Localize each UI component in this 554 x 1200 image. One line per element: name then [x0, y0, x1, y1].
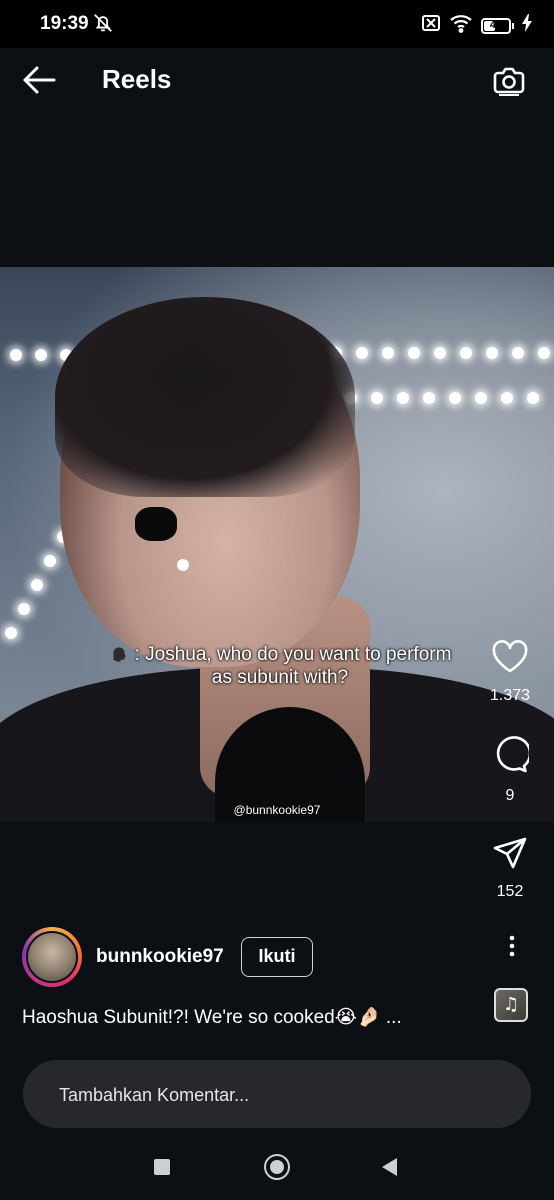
system-nav-bar — [0, 1136, 554, 1200]
top-bar: Reels — [0, 48, 554, 116]
more-options-button[interactable] — [500, 934, 524, 958]
comment-box[interactable] — [23, 1060, 531, 1128]
video-watermark: @bunnkookie97 — [233, 803, 321, 817]
stage-light — [44, 555, 56, 567]
stage-light — [423, 392, 435, 404]
like-count: 1.373 — [489, 687, 531, 704]
battery-icon: 46 — [481, 17, 514, 34]
page-title: Reels — [102, 64, 172, 94]
heart-icon — [491, 640, 529, 678]
video-caption: : Joshua, who do you want to perform as … — [70, 643, 490, 689]
camera-icon — [492, 67, 526, 101]
status-time: 19:39 — [40, 13, 89, 34]
stage-light — [31, 579, 43, 591]
caption-line-1: : Joshua, who do you want to perform — [134, 644, 452, 665]
system-back-button[interactable] — [382, 1158, 397, 1176]
comment-count: 9 — [505, 787, 515, 804]
recents-button[interactable] — [154, 1159, 170, 1175]
follow-button[interactable]: Ikuti — [241, 937, 313, 977]
stage-light — [449, 392, 461, 404]
back-button[interactable] — [22, 65, 56, 100]
share-count: 152 — [496, 883, 524, 900]
stage-light — [18, 603, 30, 615]
wifi-icon — [449, 13, 473, 38]
arrow-left-icon — [22, 66, 56, 99]
author-username[interactable]: bunnkookie97 — [96, 946, 224, 968]
vertical-dots-icon — [500, 935, 524, 962]
battery-level: 46 — [489, 18, 503, 31]
speaking-head-icon — [109, 644, 131, 663]
stage-light — [538, 347, 550, 359]
stage-light — [460, 347, 472, 359]
speech-bubble-icon — [491, 736, 532, 778]
stage-light — [512, 347, 524, 359]
bolt-icon — [522, 14, 532, 37]
paper-plane-icon — [492, 837, 528, 874]
status-bar: 19:39 46 — [0, 0, 554, 48]
stage-light — [501, 392, 513, 404]
stage-light — [475, 392, 487, 404]
comment-input[interactable] — [57, 1080, 481, 1110]
author-row: bunnkookie97 Ikuti — [22, 927, 502, 987]
stage-light — [371, 392, 383, 404]
home-button[interactable] — [264, 1154, 290, 1180]
share-button[interactable]: 152 — [488, 836, 532, 901]
stage-light — [382, 347, 394, 359]
like-button[interactable]: 1.373 — [488, 640, 532, 705]
stage-light — [356, 347, 368, 359]
stage-light — [408, 347, 420, 359]
stage-light — [397, 392, 409, 404]
stage-light — [5, 627, 17, 639]
reel-video[interactable]: : Joshua, who do you want to perform as … — [0, 267, 554, 822]
avatar[interactable] — [22, 927, 82, 987]
caption-line-2: as subunit with? — [211, 667, 349, 688]
audio-button[interactable]: ♫ — [494, 988, 528, 1022]
post-description[interactable]: Haoshua Subunit!?! We're so cooked😭🤌🏻 ..… — [22, 1005, 402, 1029]
bell-off-icon — [92, 12, 114, 39]
stage-light — [35, 349, 47, 361]
stage-light — [527, 392, 539, 404]
stage-light — [10, 349, 22, 361]
stage-light — [486, 347, 498, 359]
sim-off-icon — [421, 14, 441, 37]
stage-light — [434, 347, 446, 359]
camera-button[interactable] — [492, 65, 526, 102]
comment-button[interactable]: 9 — [488, 736, 532, 805]
music-note-icon: ♫ — [503, 994, 520, 1015]
